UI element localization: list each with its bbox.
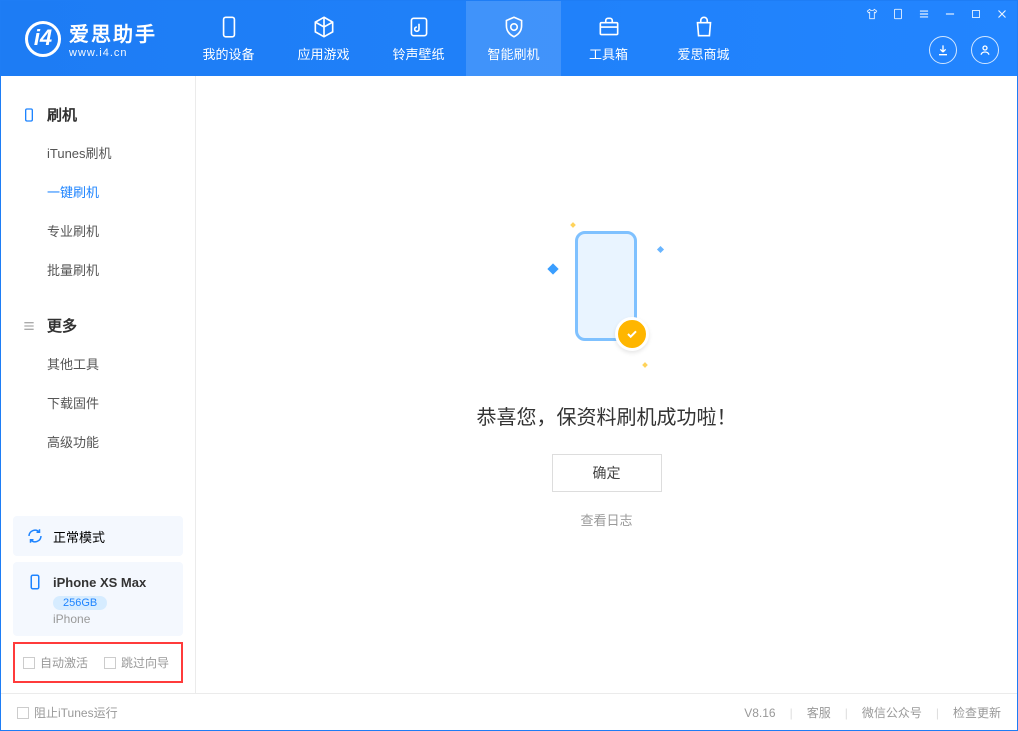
app-title: 爱思助手: [69, 18, 157, 47]
checkbox-block-itunes[interactable]: 阻止iTunes运行: [17, 704, 118, 721]
version-label: V8.16: [744, 706, 775, 720]
sidebar-item-download-firmware[interactable]: 下载固件: [1, 383, 195, 422]
mode-label: 正常模式: [53, 527, 105, 546]
device-info-box[interactable]: iPhone XS Max 256GB iPhone: [13, 562, 183, 636]
maximize-button[interactable]: [969, 7, 983, 24]
tab-store[interactable]: 爱思商城: [656, 1, 751, 76]
sidebar-item-advanced[interactable]: 高级功能: [1, 422, 195, 461]
sidebar-group-more: 更多: [1, 307, 195, 344]
tab-my-device[interactable]: 我的设备: [181, 1, 276, 76]
phone-icon: [216, 14, 242, 40]
cube-icon: [311, 14, 337, 40]
sidebar-item-oneclick-flash[interactable]: 一键刷机: [1, 172, 195, 211]
tab-apps-games[interactable]: 应用游戏: [276, 1, 371, 76]
success-check-icon: [615, 317, 649, 351]
sidebar-item-pro-flash[interactable]: 专业刷机: [1, 211, 195, 250]
device-type: iPhone: [53, 612, 90, 626]
list-icon: [21, 318, 39, 334]
checkbox-auto-activate[interactable]: 自动激活: [23, 654, 88, 671]
main-content: 恭喜您，保资料刷机成功啦！ 确定 查看日志: [196, 76, 1017, 693]
tab-ringtone-wallpaper[interactable]: 铃声壁纸: [371, 1, 466, 76]
footer-wechat[interactable]: 微信公众号: [862, 704, 922, 721]
logo: i4 爱思助手 www.i4.cn: [1, 18, 169, 59]
note-icon[interactable]: [891, 7, 905, 24]
sidebar-item-itunes-flash[interactable]: iTunes刷机: [1, 133, 195, 172]
ok-button[interactable]: 确定: [552, 454, 662, 492]
device-name: iPhone XS Max: [53, 575, 146, 590]
user-button[interactable]: [971, 36, 999, 64]
device-storage: 256GB: [53, 596, 107, 610]
sidebar-item-other-tools[interactable]: 其他工具: [1, 344, 195, 383]
logo-icon: i4: [25, 21, 61, 57]
menu-icon[interactable]: [917, 7, 931, 24]
title-bar: i4 爱思助手 www.i4.cn 我的设备 应用游戏 铃声壁纸 智能刷机 工具…: [1, 1, 1017, 76]
refresh-shield-icon: [501, 14, 527, 40]
close-button[interactable]: [995, 7, 1009, 24]
app-subtitle: www.i4.cn: [69, 47, 157, 59]
tab-smart-flash[interactable]: 智能刷机: [466, 1, 561, 76]
sidebar-item-batch-flash[interactable]: 批量刷机: [1, 250, 195, 289]
bag-icon: [691, 14, 717, 40]
footer-check-update[interactable]: 检查更新: [953, 704, 1001, 721]
device-phone-icon: [25, 572, 45, 592]
device-mode-box[interactable]: 正常模式: [13, 516, 183, 556]
sidebar: 刷机 iTunes刷机 一键刷机 专业刷机 批量刷机 更多 其他工具 下载固件 …: [1, 76, 196, 693]
status-bar: 阻止iTunes运行 V8.16 | 客服 | 微信公众号 | 检查更新: [1, 693, 1017, 731]
tab-toolbox[interactable]: 工具箱: [561, 1, 656, 76]
minimize-button[interactable]: [943, 7, 957, 24]
briefcase-icon: [596, 14, 622, 40]
window-controls: [865, 7, 1009, 24]
shirt-icon[interactable]: [865, 7, 879, 24]
header-action-icons: [929, 36, 999, 64]
sidebar-group-flashing: 刷机: [1, 96, 195, 133]
flash-options-highlight: 自动激活 跳过向导: [13, 642, 183, 683]
main-tabs: 我的设备 应用游戏 铃声壁纸 智能刷机 工具箱 爱思商城: [181, 1, 751, 76]
success-illustration: [547, 221, 667, 371]
footer-support[interactable]: 客服: [807, 704, 831, 721]
refresh-icon: [25, 526, 45, 546]
download-button[interactable]: [929, 36, 957, 64]
success-message: 恭喜您，保资料刷机成功啦！: [477, 401, 737, 430]
view-log-link[interactable]: 查看日志: [580, 510, 632, 529]
music-note-icon: [406, 14, 432, 40]
phone-small-icon: [21, 107, 39, 123]
checkbox-skip-guide[interactable]: 跳过向导: [104, 654, 169, 671]
